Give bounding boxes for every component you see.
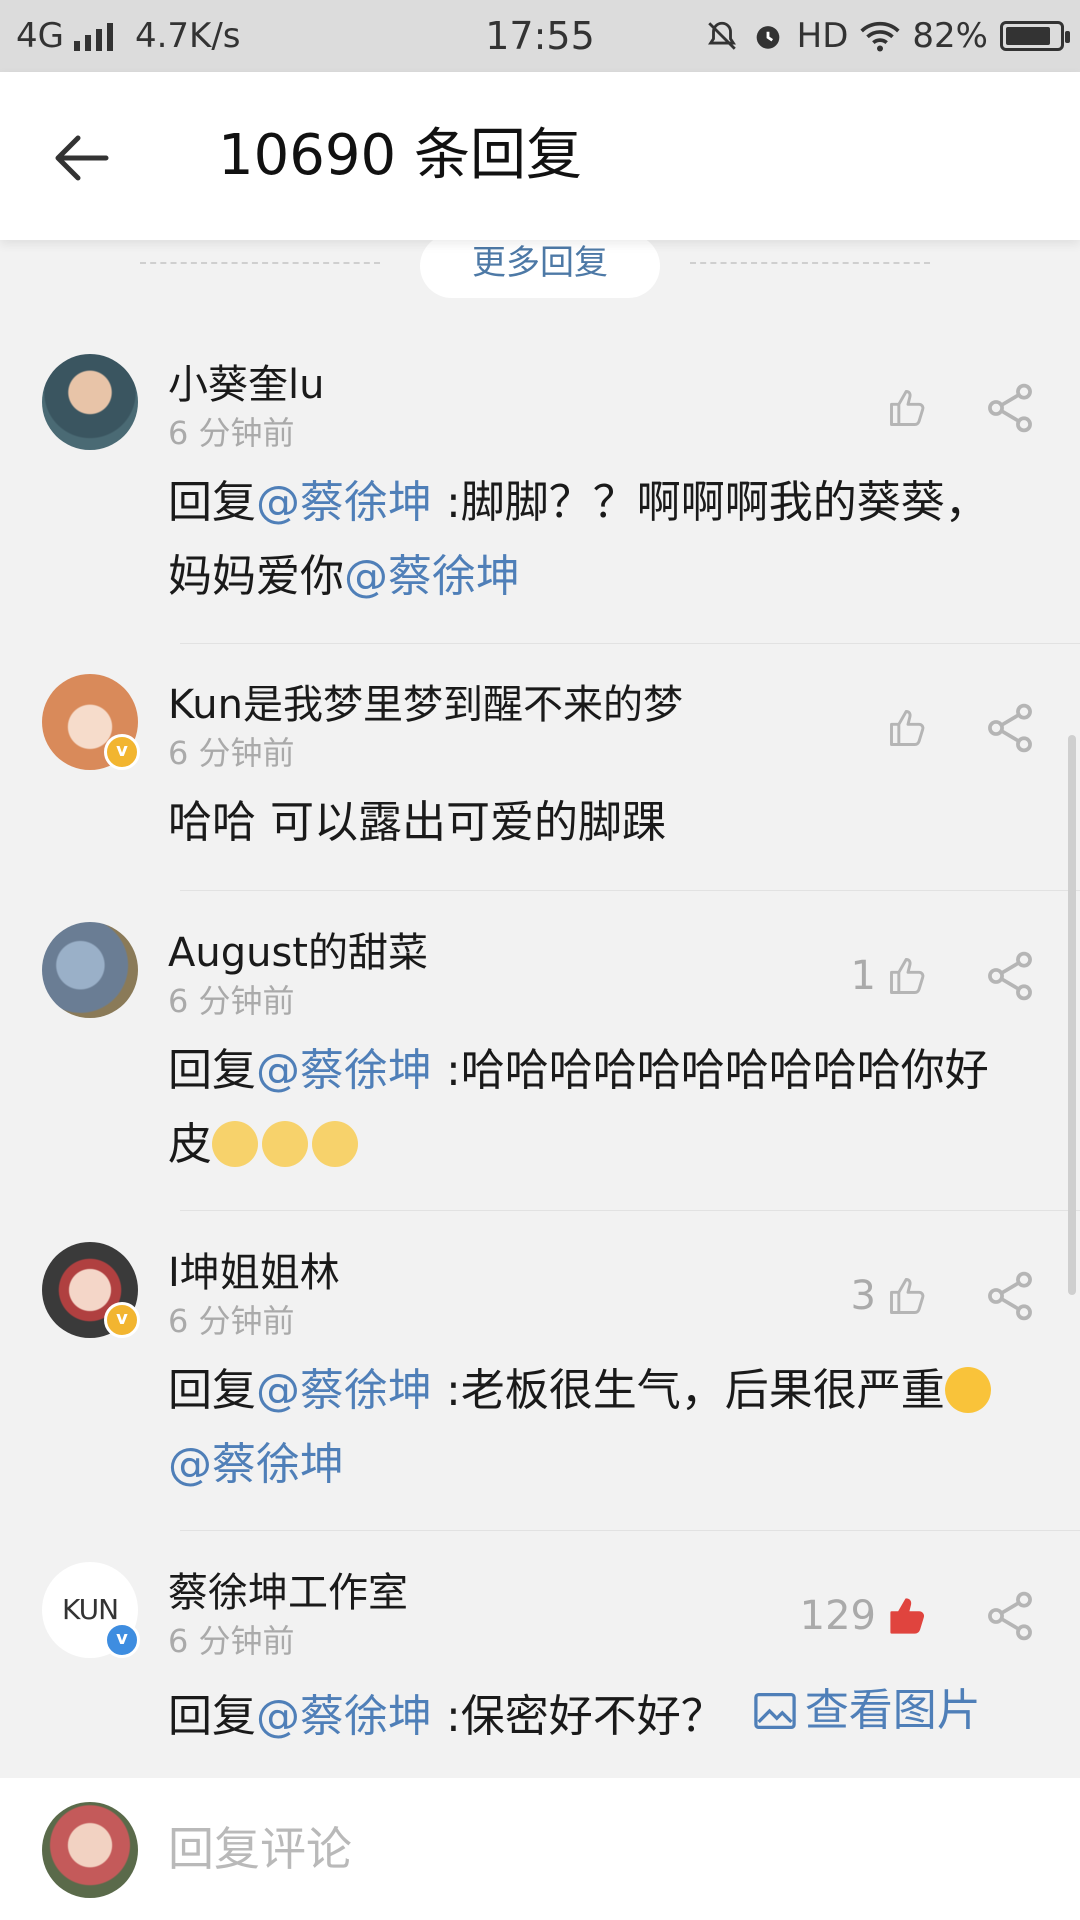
- like-count: 129: [799, 1593, 876, 1639]
- comment-body: 回复@蔡徐坤 :脚脚？？啊啊啊我的葵葵，妈妈爱你@蔡徐坤: [168, 466, 1018, 614]
- doge-emoji-icon: [262, 1121, 308, 1167]
- timestamp: 6 分钟前: [168, 1302, 295, 1340]
- mention-link[interactable]: @蔡徐坤: [256, 1691, 432, 1742]
- comment-text: 哈哈 可以露出可爱的脚踝: [168, 797, 666, 848]
- like-button[interactable]: [886, 700, 930, 756]
- status-bar: 4G 4.7K/s 17:55 HD 82%: [0, 0, 1080, 72]
- avatar[interactable]: [42, 922, 138, 1018]
- view-image-label: 查看图片: [804, 1685, 981, 1736]
- battery-percent: 82%: [912, 16, 988, 56]
- divider-left: [140, 262, 380, 264]
- share-icon[interactable]: [982, 380, 1038, 436]
- username[interactable]: 小葵奎lu: [168, 352, 324, 410]
- avatar[interactable]: [42, 354, 138, 450]
- battery-icon: [1000, 21, 1070, 51]
- mention-link[interactable]: @蔡徐坤: [256, 1365, 432, 1416]
- comment-body: 回复@蔡徐坤 :保密好不好？ 查看图片: [168, 1674, 1018, 1754]
- more-replies-row: 更多回复: [0, 234, 1080, 304]
- like-button[interactable]: [886, 380, 930, 436]
- comment-body: 回复@蔡徐坤 :哈哈哈哈哈哈哈哈哈哈你好皮: [168, 1034, 1018, 1182]
- thumb-up-icon: [890, 710, 925, 746]
- mention-link[interactable]: @蔡徐坤: [256, 1045, 432, 1096]
- my-avatar[interactable]: [42, 1802, 138, 1898]
- verified-badge-icon: v: [104, 1302, 140, 1338]
- page-title: 10690 条回复: [218, 123, 582, 188]
- reply-input[interactable]: 回复评论: [168, 1778, 352, 1920]
- username[interactable]: 蔡徐坤工作室: [168, 1560, 408, 1618]
- alarm-icon: [756, 26, 780, 49]
- back-arrow-icon[interactable]: [48, 122, 120, 194]
- like-count: 3: [850, 1273, 876, 1319]
- doge-emoji-icon: [312, 1121, 358, 1167]
- comment-text: 回复: [168, 1365, 256, 1416]
- comment-text: :保密好不好？: [432, 1691, 725, 1742]
- divider: [180, 1530, 1080, 1531]
- grin-emoji-icon: [944, 1367, 991, 1413]
- timestamp: 6 分钟前: [168, 414, 295, 452]
- mute-bell-icon: [707, 21, 736, 50]
- thumb-up-icon: [890, 958, 925, 994]
- mention-link[interactable]: @蔡徐坤: [168, 1439, 344, 1490]
- comment-text: 回复: [168, 1045, 256, 1096]
- divider-right: [690, 262, 930, 264]
- share-icon[interactable]: [982, 1588, 1038, 1644]
- verified-badge-icon: v: [104, 1622, 140, 1658]
- comment-text: 回复: [168, 477, 256, 528]
- divider: [180, 890, 1080, 891]
- hd-label: HD: [796, 16, 849, 56]
- comment-body: 回复@蔡徐坤 :老板很生气，后果很严重@蔡徐坤: [168, 1354, 1018, 1502]
- timestamp: 6 分钟前: [168, 734, 295, 772]
- like-count: 1: [850, 953, 876, 999]
- wifi-icon: [860, 21, 901, 52]
- verified-badge-icon: v: [104, 734, 140, 770]
- like-button[interactable]: 1: [851, 948, 930, 1004]
- comment-text: 回复: [168, 1691, 256, 1742]
- more-replies-button[interactable]: 更多回复: [420, 234, 660, 298]
- share-icon[interactable]: [982, 1268, 1038, 1324]
- image-icon: [754, 1693, 796, 1729]
- divider: [180, 1210, 1080, 1211]
- share-icon[interactable]: [982, 948, 1038, 1004]
- header: 10690 条回复: [0, 72, 1080, 240]
- timestamp: 6 分钟前: [168, 1622, 295, 1660]
- username[interactable]: August的甜菜: [168, 920, 428, 978]
- like-button[interactable]: 129: [800, 1588, 930, 1644]
- thumb-up-icon: [890, 390, 925, 426]
- comment-body: 哈哈 可以露出可爱的脚踝: [168, 786, 1018, 860]
- reply-bar: 回复评论: [0, 1778, 1080, 1920]
- status-right: HD 82%: [705, 0, 1070, 72]
- mention-link[interactable]: @蔡徐坤: [256, 477, 432, 528]
- timestamp: 6 分钟前: [168, 982, 295, 1020]
- username[interactable]: Kun是我梦里梦到醒不来的梦: [168, 672, 683, 730]
- thumb-up-icon-active: [890, 1598, 924, 1634]
- view-image-link[interactable]: 查看图片: [753, 1674, 981, 1748]
- username[interactable]: I坤姐姐林: [168, 1240, 340, 1298]
- share-icon[interactable]: [982, 700, 1038, 756]
- thumb-up-icon: [890, 1278, 925, 1314]
- avatar-logo-text: KUN: [61, 1593, 119, 1626]
- like-button[interactable]: 3: [851, 1268, 930, 1324]
- scrollbar[interactable]: [1068, 735, 1076, 1295]
- divider: [180, 643, 1080, 644]
- doge-emoji-icon: [212, 1121, 258, 1167]
- mention-link[interactable]: @蔡徐坤: [344, 551, 520, 602]
- comment-text: :老板很生气，后果很严重: [432, 1365, 945, 1416]
